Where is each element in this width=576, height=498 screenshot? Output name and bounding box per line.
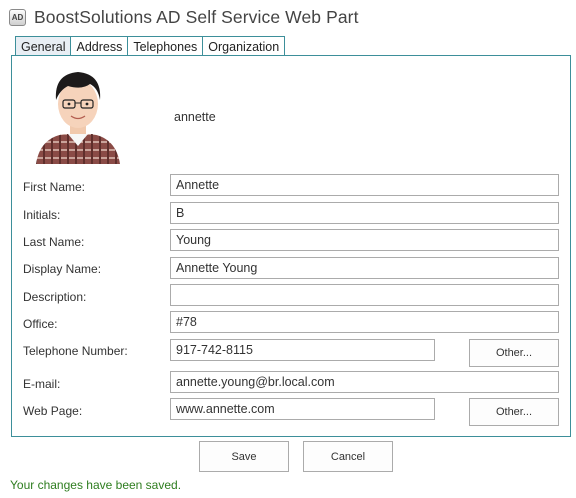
tab-organization[interactable]: Organization [203,36,286,55]
last-name-label: Last Name: [23,235,85,249]
initials-label: Initials: [23,208,61,222]
username-label: annette [174,110,216,124]
web-part: AD BoostSolutions AD Self Service Web Pa… [0,0,576,498]
telephone-label: Telephone Number: [23,344,128,358]
last-name-field[interactable] [170,229,559,251]
telephone-field[interactable] [170,339,435,361]
description-label: Description: [23,290,87,304]
title-bar: AD BoostSolutions AD Self Service Web Pa… [9,5,359,29]
office-label: Office: [23,317,58,331]
tab-telephones[interactable]: Telephones [128,36,204,55]
app-icon: AD [9,8,26,26]
web-page-field[interactable] [170,398,435,420]
email-field[interactable] [170,371,559,393]
initials-field[interactable] [170,202,559,224]
web-page-label: Web Page: [23,404,83,418]
description-field[interactable] [170,284,559,306]
page-title: BoostSolutions AD Self Service Web Part [34,6,359,27]
email-label: E-mail: [23,377,61,391]
cancel-button[interactable]: Cancel [303,441,393,472]
web-page-other-button[interactable]: Other... [469,398,559,426]
tab-general[interactable]: General [15,36,72,55]
status-message: Your changes have been saved. [10,478,182,492]
user-photo [32,66,124,164]
tab-address[interactable]: Address [71,36,129,55]
tab-bar: General Address Telephones Organization [15,36,286,56]
display-name-label: Display Name: [23,262,102,276]
first-name-label: First Name: [23,180,86,194]
save-button[interactable]: Save [199,441,289,472]
office-field[interactable] [170,311,559,333]
telephone-other-button[interactable]: Other... [469,339,559,367]
first-name-field[interactable] [170,174,559,196]
display-name-field[interactable] [170,257,559,279]
